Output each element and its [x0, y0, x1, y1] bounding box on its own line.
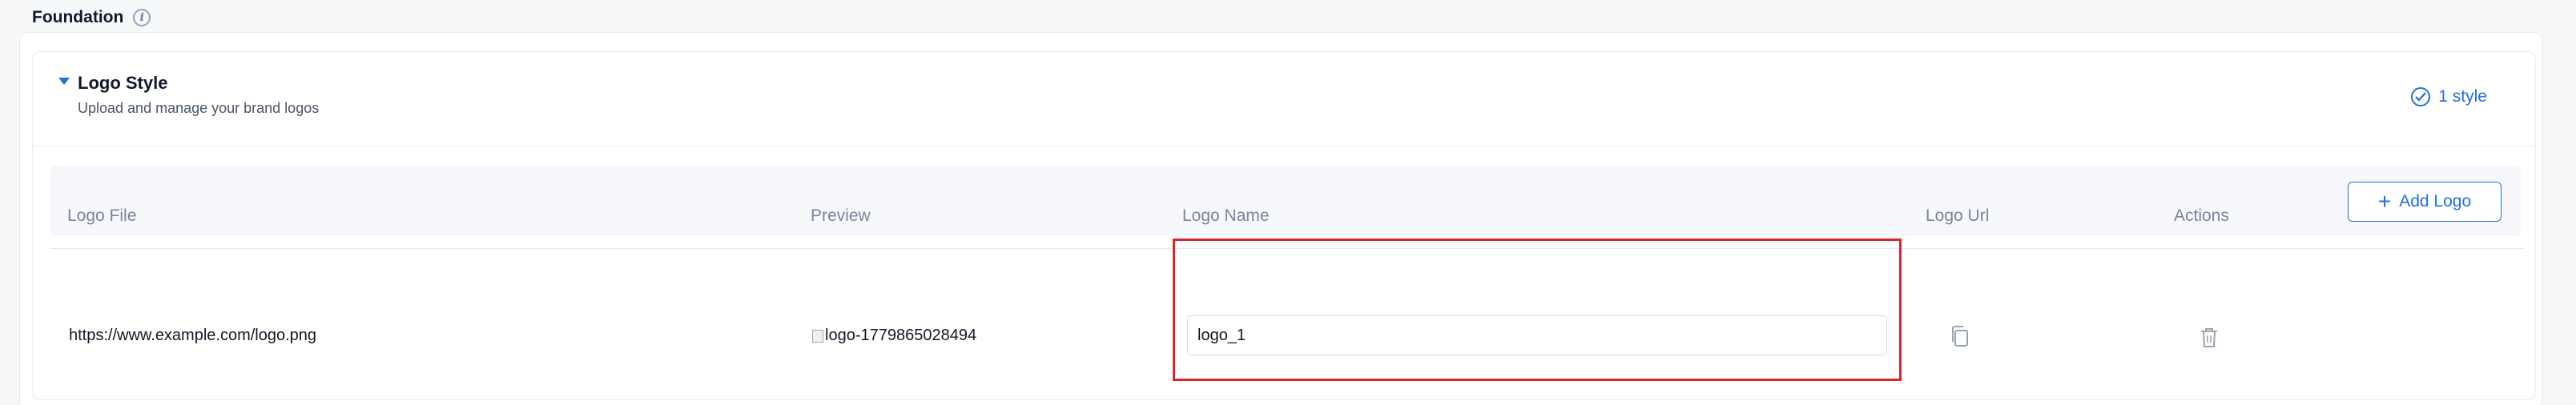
plus-icon: +: [2377, 189, 2392, 214]
trash-icon[interactable]: [2200, 327, 2219, 353]
info-icon[interactable]: i: [133, 9, 151, 26]
page: Foundation i Logo Style Upload and manag…: [0, 0, 2576, 405]
column-header-actions: Actions: [2174, 207, 2229, 225]
add-logo-button[interactable]: + Add Logo: [2348, 182, 2502, 222]
caret-down-icon[interactable]: [58, 78, 70, 85]
logo-style-header[interactable]: Logo Style Upload and manage your brand …: [33, 52, 2535, 146]
style-count-badge: 1 style: [2411, 87, 2487, 106]
logo-preview-alt: logo-1779865028494: [825, 327, 977, 344]
check-circle-icon: [2411, 87, 2431, 106]
logo-style-title: Logo Style: [78, 73, 168, 93]
column-header-logo-file: Logo File: [67, 207, 137, 225]
broken-image-icon: [812, 329, 823, 343]
logo-name-highlight: [1173, 239, 1902, 381]
add-logo-label: Add Logo: [2399, 192, 2472, 211]
style-count-label: 1 style: [2438, 87, 2487, 106]
copy-icon[interactable]: [1950, 325, 1970, 353]
column-header-logo-name: Logo Name: [1182, 207, 1270, 225]
column-header-preview: Preview: [811, 207, 871, 225]
section-title: Foundation: [32, 8, 124, 26]
column-header-logo-url: Logo Url: [1926, 207, 1990, 225]
logo-style-subtitle: Upload and manage your brand logos: [78, 100, 320, 116]
table-toolbar: + Add Logo: [50, 166, 2521, 236]
logo-preview: logo-1779865028494: [812, 327, 976, 345]
section-header: Foundation i: [32, 8, 151, 27]
logo-file-url: https://www.example.com/logo.png: [69, 327, 317, 344]
